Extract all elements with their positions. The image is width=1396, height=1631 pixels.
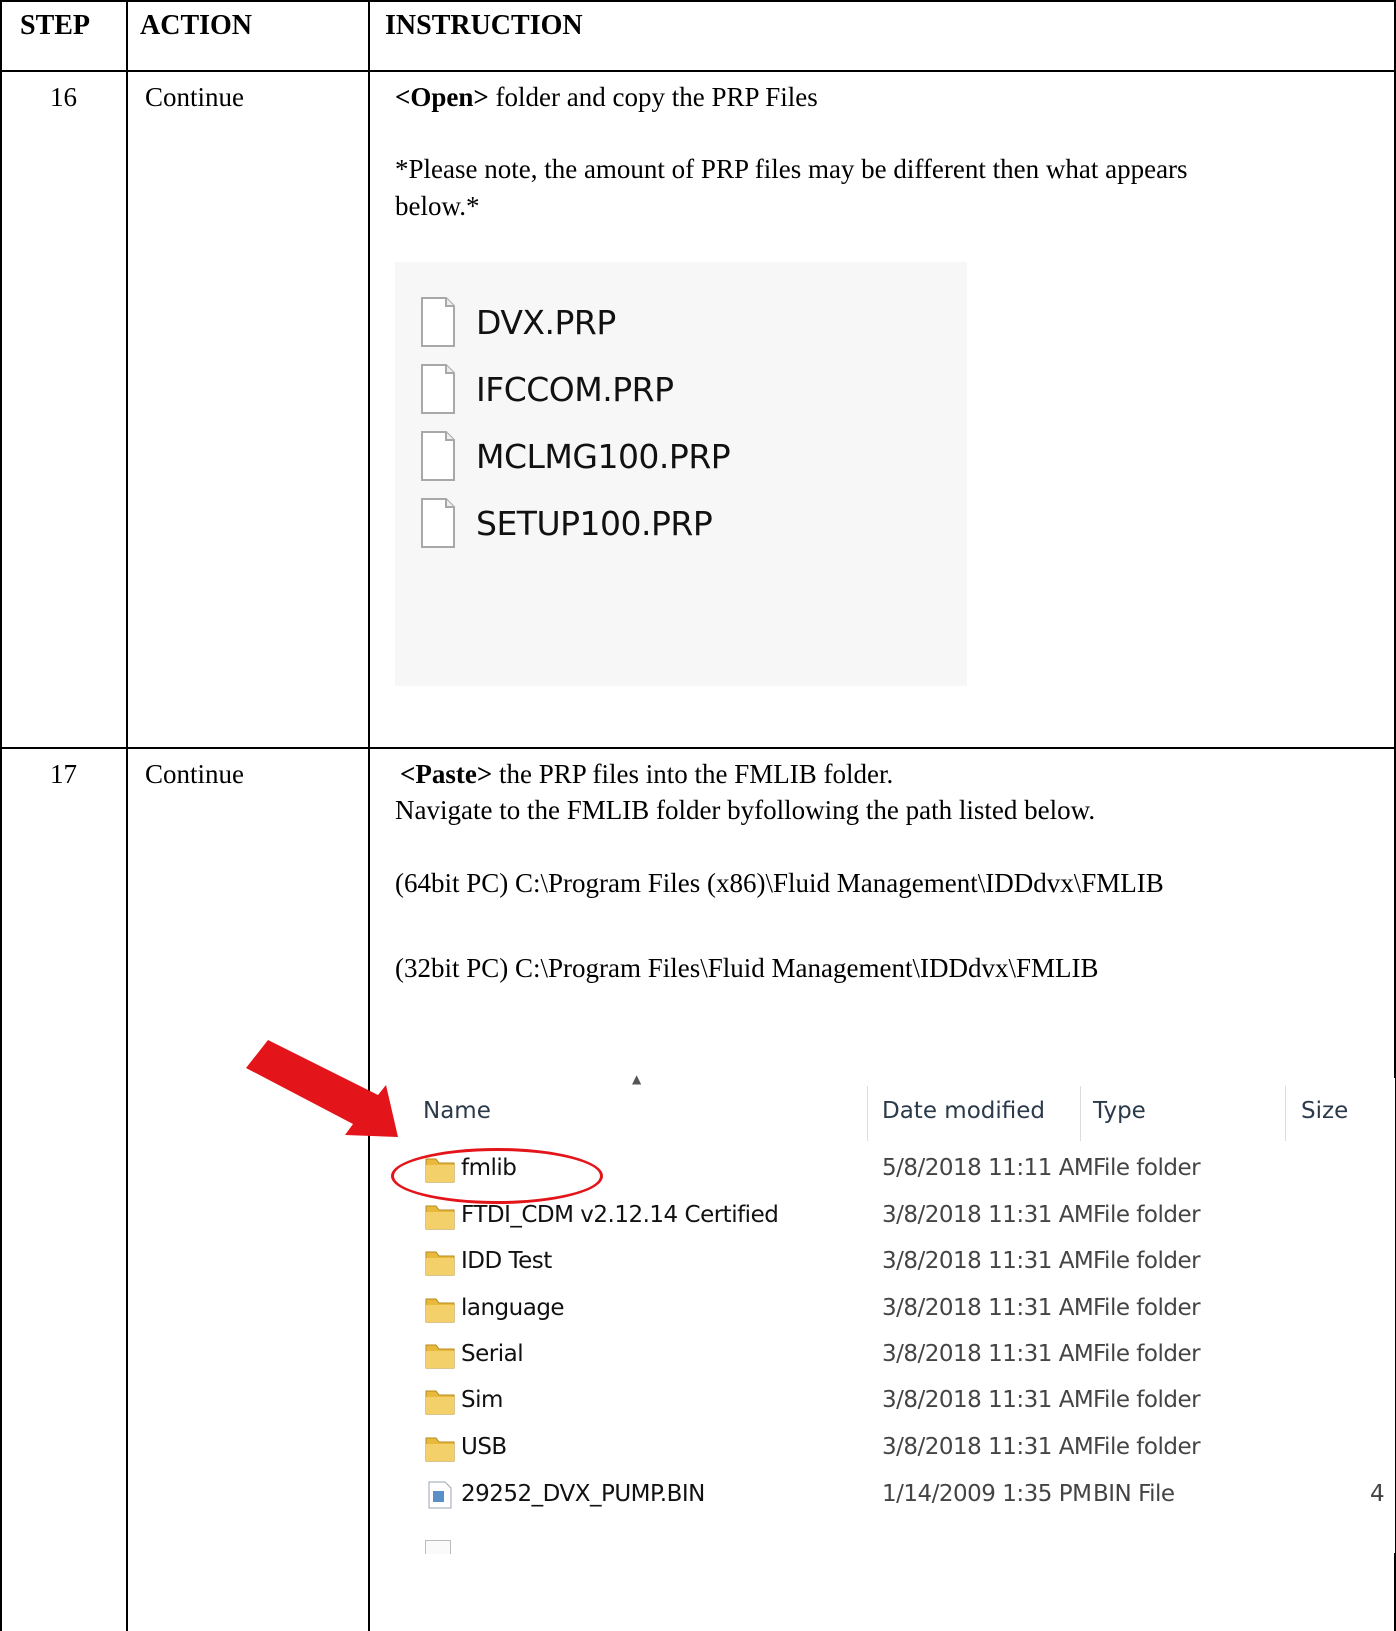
file-row[interactable]: 29252_DVX_PUMP.BIN 1/14/2009 1:35 PM BIN… bbox=[395, 1472, 1395, 1520]
column-separator bbox=[1285, 1086, 1286, 1141]
partial-file-icon bbox=[425, 1540, 451, 1554]
instruction-line-paste: <Paste> the PRP files into the FMLIB fol… bbox=[400, 756, 893, 792]
prp-file-item[interactable]: MCLMG100.PRP bbox=[420, 428, 731, 484]
prp-file-item[interactable]: DVX.PRP bbox=[420, 294, 616, 350]
file-type: File folder bbox=[1093, 1155, 1201, 1181]
file-date: 3/8/2018 11:31 AM bbox=[882, 1387, 1094, 1413]
file-explorer-listing: ▲ Name Date modified Type Size fmlib 5/8… bbox=[395, 1072, 1395, 1554]
file-date: 3/8/2018 11:31 AM bbox=[882, 1202, 1094, 1228]
file-size: 4 bbox=[1370, 1481, 1385, 1507]
path-32bit: (32bit PC) C:\Program Files\Fluid Manage… bbox=[395, 953, 1099, 983]
folder-icon bbox=[425, 1390, 455, 1415]
file-name: Serial bbox=[461, 1341, 524, 1367]
folder-icon bbox=[425, 1437, 455, 1462]
document-icon bbox=[421, 431, 455, 481]
document-icon bbox=[421, 498, 455, 548]
instruction-line-open: <Open> folder and copy the PRP Files bbox=[395, 79, 818, 115]
column-separator bbox=[1080, 1086, 1081, 1141]
paste-instruction-text: the PRP files into the FMLIB folder. bbox=[492, 759, 894, 789]
path-64bit: (64bit PC) C:\Program Files (x86)\Fluid … bbox=[395, 868, 1164, 898]
note-line-1: *Please note, the amount of PRP files ma… bbox=[395, 154, 1188, 184]
prp-file-item[interactable]: IFCCOM.PRP bbox=[420, 361, 674, 417]
navigate-instruction: Navigate to the FMLIB folder byfollowing… bbox=[395, 795, 1096, 825]
prp-files-panel: DVX.PRP IFCCOM.PRP MCLMG100.PRP SETUP100… bbox=[395, 262, 967, 686]
file-name: Sim bbox=[461, 1387, 503, 1413]
folder-icon bbox=[425, 1251, 455, 1276]
column-header-size[interactable]: Size bbox=[1301, 1098, 1348, 1124]
file-date: 5/8/2018 11:11 AM bbox=[882, 1155, 1094, 1181]
file-type: BIN File bbox=[1093, 1481, 1175, 1507]
file-date: 3/8/2018 11:31 AM bbox=[882, 1341, 1094, 1367]
file-date: 3/8/2018 11:31 AM bbox=[882, 1248, 1094, 1274]
file-type: File folder bbox=[1093, 1341, 1201, 1367]
folder-icon bbox=[425, 1298, 455, 1323]
instruction-table: STEP ACTION INSTRUCTION 16 Continue <Ope… bbox=[0, 0, 1396, 1631]
fmlib-highlight-circle bbox=[391, 1148, 603, 1204]
file-name: FTDI_CDM v2.12.14 Certified bbox=[461, 1202, 779, 1228]
prp-file-name: IFCCOM.PRP bbox=[476, 369, 674, 409]
file-row[interactable]: USB 3/8/2018 11:31 AM File folder bbox=[395, 1425, 1395, 1473]
column-header-date[interactable]: Date modified bbox=[882, 1098, 1045, 1124]
file-type: File folder bbox=[1093, 1202, 1201, 1228]
prp-file-name: MCLMG100.PRP bbox=[476, 436, 731, 476]
file-row[interactable]: Sim 3/8/2018 11:31 AM File folder bbox=[395, 1378, 1395, 1426]
column-header-name[interactable]: Name bbox=[423, 1098, 491, 1124]
column-separator bbox=[867, 1086, 868, 1141]
file-type: File folder bbox=[1093, 1434, 1201, 1460]
prp-file-item[interactable]: SETUP100.PRP bbox=[420, 495, 713, 551]
folder-icon bbox=[425, 1344, 455, 1369]
file-name: 29252_DVX_PUMP.BIN bbox=[461, 1481, 705, 1507]
file-name: language bbox=[461, 1295, 565, 1321]
file-type: File folder bbox=[1093, 1295, 1201, 1321]
open-instruction-text: folder and copy the PRP Files bbox=[488, 82, 818, 112]
file-name: USB bbox=[461, 1434, 507, 1460]
prp-file-name: SETUP100.PRP bbox=[476, 503, 713, 543]
red-arrow-icon bbox=[246, 1040, 398, 1137]
file-date: 3/8/2018 11:31 AM bbox=[882, 1434, 1094, 1460]
file-name: IDD Test bbox=[461, 1248, 552, 1274]
file-type: File folder bbox=[1093, 1387, 1201, 1413]
file-type: File folder bbox=[1093, 1248, 1201, 1274]
file-date: 1/14/2009 1:35 PM bbox=[882, 1481, 1092, 1507]
folder-icon bbox=[425, 1205, 455, 1230]
bin-file-icon bbox=[428, 1481, 452, 1509]
file-row[interactable]: language 3/8/2018 11:31 AM File folder bbox=[395, 1286, 1395, 1334]
document-icon bbox=[421, 297, 455, 347]
column-header-type[interactable]: Type bbox=[1093, 1098, 1146, 1124]
prp-file-name: DVX.PRP bbox=[476, 302, 616, 342]
file-row[interactable]: IDD Test 3/8/2018 11:31 AM File folder bbox=[395, 1239, 1395, 1287]
file-row[interactable]: Serial 3/8/2018 11:31 AM File folder bbox=[395, 1332, 1395, 1380]
file-date: 3/8/2018 11:31 AM bbox=[882, 1295, 1094, 1321]
sort-ascending-icon: ▲ bbox=[632, 1072, 642, 1086]
document-icon bbox=[421, 364, 455, 414]
